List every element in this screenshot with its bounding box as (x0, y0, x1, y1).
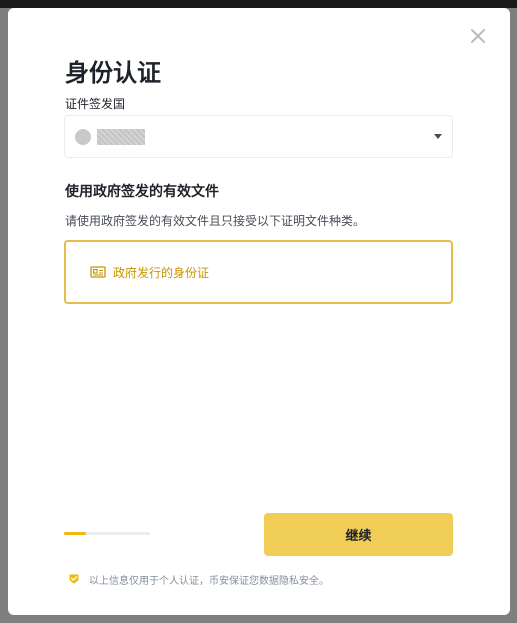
chevron-down-icon (434, 134, 442, 139)
documents-section-description: 请使用政府签发的有效文件且只接受以下证明文件种类。 (65, 214, 366, 228)
document-option-label: 政府发行的身份证 (113, 266, 210, 280)
id-card-icon (90, 266, 106, 278)
country-field-label: 证件签发国 (65, 97, 126, 111)
close-button[interactable] (470, 28, 486, 44)
identity-verification-modal: 身份认证 证件签发国 使用政府签发的有效文件 请使用政府签发的有效文件且只接受以… (8, 8, 510, 615)
country-select[interactable] (64, 115, 453, 158)
country-flag-icon (75, 129, 91, 145)
shield-check-icon (68, 573, 80, 585)
privacy-footer: 以上信息仅用于个人认证，币安保证您数据隐私安全。 (68, 572, 329, 587)
modal-title: 身份认证 (65, 59, 161, 87)
country-name-redacted (97, 129, 145, 145)
progress-bar (64, 532, 150, 535)
document-option-id-card[interactable]: 政府发行的身份证 (64, 240, 453, 304)
privacy-note-text: 以上信息仅用于个人认证，币安保证您数据隐私安全。 (89, 575, 329, 587)
close-icon (471, 29, 485, 43)
background-topbar (0, 0, 517, 8)
documents-section-title: 使用政府签发的有效文件 (65, 184, 219, 200)
progress-bar-fill (64, 532, 86, 535)
continue-button[interactable]: 继续 (264, 513, 453, 556)
